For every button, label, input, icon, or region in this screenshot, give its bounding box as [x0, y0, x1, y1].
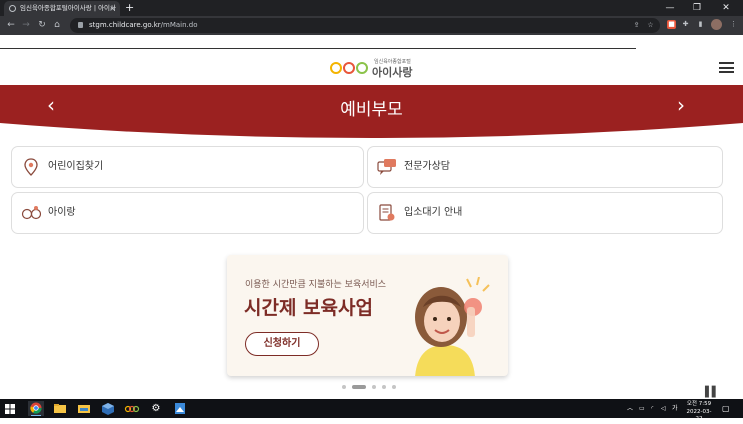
carousel-indicators: [340, 384, 400, 390]
child-photo: [415, 277, 490, 376]
notification-icon[interactable]: ▢: [722, 399, 730, 418]
extension-icon[interactable]: ■: [667, 20, 676, 29]
ime-indicator[interactable]: 가: [672, 399, 678, 418]
menu-card-daycare-search[interactable]: 어린이집찾기: [11, 146, 364, 188]
url-text[interactable]: stgm.childcare.go.kr/mMain.do: [89, 18, 198, 33]
card-label: 어린이집찾기: [48, 161, 104, 172]
menu-card-waitlist-guide[interactable]: 입소대기 안내: [367, 192, 723, 234]
tab-title: 임신육아종합포털아이사랑 | 아이사: [20, 4, 117, 12]
share-icon[interactable]: ⇪: [632, 21, 641, 30]
category-title: 예비부모: [340, 100, 403, 120]
carousel-dot[interactable]: [382, 385, 386, 389]
close-tab-icon[interactable]: ×: [109, 1, 116, 16]
browser-toolbar: ← → ↻ ⌂ stgm.childcare.go.kr/mMain.do ⇪ …: [0, 16, 743, 35]
carousel-dot[interactable]: [342, 385, 346, 389]
bookmark-star-icon[interactable]: ☆: [646, 21, 655, 30]
card-label: 입소대기 안내: [404, 207, 463, 218]
aiirang-faces-icon: [21, 206, 41, 220]
promo-banner[interactable]: 이용한 시간만큼 지불하는 보육서비스 시간제 보육사업 신청하기: [227, 255, 508, 376]
settings-gear-icon[interactable]: ⚙: [148, 401, 164, 416]
folder-icon[interactable]: [76, 401, 92, 416]
maximize-button[interactable]: ❐: [687, 0, 707, 16]
globe-icon: [9, 5, 16, 12]
taskbar: ⚙ ︿ ▭ ◜ ◁ 가 오전 7:59 2022-03-22 ▢: [0, 399, 743, 422]
windows-start-icon[interactable]: [2, 401, 18, 416]
next-arrow-icon[interactable]: ›: [677, 93, 685, 117]
file-explorer-icon[interactable]: [52, 401, 68, 416]
carousel-dot[interactable]: [352, 385, 366, 389]
home-icon[interactable]: ⌂: [51, 18, 63, 32]
more-icon[interactable]: ⋮: [729, 20, 738, 29]
top-bar: [0, 35, 636, 49]
hamburger-icon[interactable]: [719, 62, 734, 73]
minimize-button[interactable]: —: [660, 0, 680, 16]
pause-icon[interactable]: ▌▌: [705, 387, 719, 398]
volume-icon[interactable]: ◁: [661, 399, 666, 418]
banner-subtitle: 이용한 시간만큼 지불하는 보육서비스: [245, 280, 387, 290]
page-content: 임신육아종합포털 아이사랑 ‹ 예비부모 › 어린이집찾기 전문가상담 아이랑 …: [0, 35, 743, 399]
avatar[interactable]: [711, 19, 722, 30]
logo-circle-red: [343, 62, 355, 74]
chrome-taskbar-icon[interactable]: [28, 401, 44, 416]
banner-title: 시간제 보육사업: [244, 297, 373, 319]
chevron-up-icon[interactable]: ︿: [627, 399, 633, 418]
photos-icon[interactable]: [172, 401, 188, 416]
chat-bubble-icon: [377, 159, 396, 175]
browser-tab-strip: 임신육아종합포털아이사랑 | 아이사 × + — ❐ ✕: [0, 0, 743, 16]
card-label: 전문가상담: [404, 161, 450, 172]
airang-app-icon[interactable]: [124, 401, 140, 416]
forward-icon[interactable]: →: [20, 18, 32, 32]
sidepanel-icon[interactable]: ▮: [696, 20, 705, 29]
logo-circle-green: [356, 62, 368, 74]
carousel-dot[interactable]: [392, 385, 396, 389]
category-banner: ‹ 예비부모 ›: [0, 85, 743, 140]
carousel-dot[interactable]: [372, 385, 376, 389]
puzzle-icon[interactable]: ✚: [681, 20, 690, 29]
browser-tab[interactable]: 임신육아종합포털아이사랑 | 아이사 ×: [4, 1, 120, 16]
logo-circle-yellow: [330, 62, 342, 74]
reload-icon[interactable]: ↻: [36, 18, 48, 32]
new-tab-button[interactable]: +: [125, 0, 134, 16]
clock[interactable]: 오전 7:59 2022-03-22: [684, 401, 714, 424]
menu-card-expert-consult[interactable]: 전문가상담: [367, 146, 723, 188]
virtualbox-icon[interactable]: [100, 401, 116, 416]
close-window-button[interactable]: ✕: [716, 0, 736, 16]
clock-time: 오전 7:59: [686, 401, 712, 407]
back-icon[interactable]: ←: [5, 18, 17, 32]
logo-title: 아이사랑: [372, 66, 413, 79]
apply-button[interactable]: 신청하기: [245, 332, 319, 356]
location-pin-icon: [24, 158, 38, 176]
address-bar[interactable]: stgm.childcare.go.kr/mMain.do ⇪ ☆: [70, 18, 660, 33]
menu-card-airang[interactable]: 아이랑: [11, 192, 364, 234]
site-logo[interactable]: 임신육아종합포털 아이사랑: [330, 54, 420, 80]
clock-date: 2022-03-22: [686, 408, 712, 423]
wifi-icon[interactable]: ◜: [651, 399, 653, 418]
document-check-icon: [379, 204, 395, 221]
lock-icon: [78, 22, 83, 28]
network-icon[interactable]: ▭: [639, 399, 645, 418]
card-label: 아이랑: [48, 207, 76, 218]
